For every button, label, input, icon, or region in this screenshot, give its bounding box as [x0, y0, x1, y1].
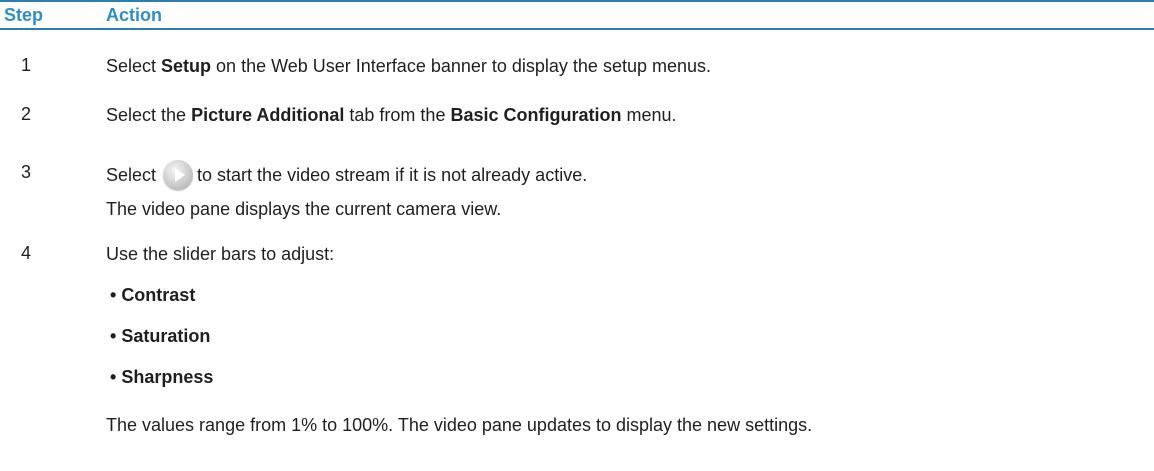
bullet-label: Contrast [121, 285, 196, 305]
bold-term-setup: Setup [161, 56, 212, 76]
bold-term-basic-configuration: Basic Configuration [450, 105, 622, 125]
bullet-item-sharpness: • Sharpness [110, 367, 214, 387]
header-action: Action [106, 5, 162, 25]
action-text-2: Select the Picture Additional tab from t… [106, 104, 677, 126]
bold-term-picture-additional: Picture Additional [191, 105, 345, 125]
play-button-icon [163, 160, 194, 190]
text: Select the [106, 105, 192, 125]
bullet-item-contrast: • Contrast [110, 285, 196, 305]
text: menu. [621, 105, 677, 125]
step-number-4: 4 [21, 243, 32, 263]
action-text-4: Use the slider bars to adjust: [106, 244, 335, 264]
step-number-1: 1 [21, 55, 32, 75]
bullet-label: Saturation [121, 326, 211, 346]
text: Select [106, 165, 157, 185]
text: tab from the [344, 105, 451, 125]
action-text-3: Select to start the video stream if it is… [106, 160, 587, 190]
text: Select [106, 56, 162, 76]
text: on the Web User Interface banner to disp… [211, 56, 712, 76]
step-number-3: 3 [21, 162, 32, 182]
action-note-4: The values range from 1% to 100%. The vi… [106, 415, 813, 435]
bullet-label: Sharpness [121, 367, 214, 387]
bullet-item-saturation: • Saturation [110, 326, 211, 346]
action-text-1: Select Setup on the Web User Interface b… [106, 55, 711, 77]
table-header: Step Action [0, 0, 1154, 30]
text: to start the video stream if it is not a… [197, 165, 588, 185]
header-step: Step [4, 5, 44, 25]
step-number-2: 2 [21, 104, 32, 124]
action-note-3: The video pane displays the current came… [106, 199, 502, 219]
